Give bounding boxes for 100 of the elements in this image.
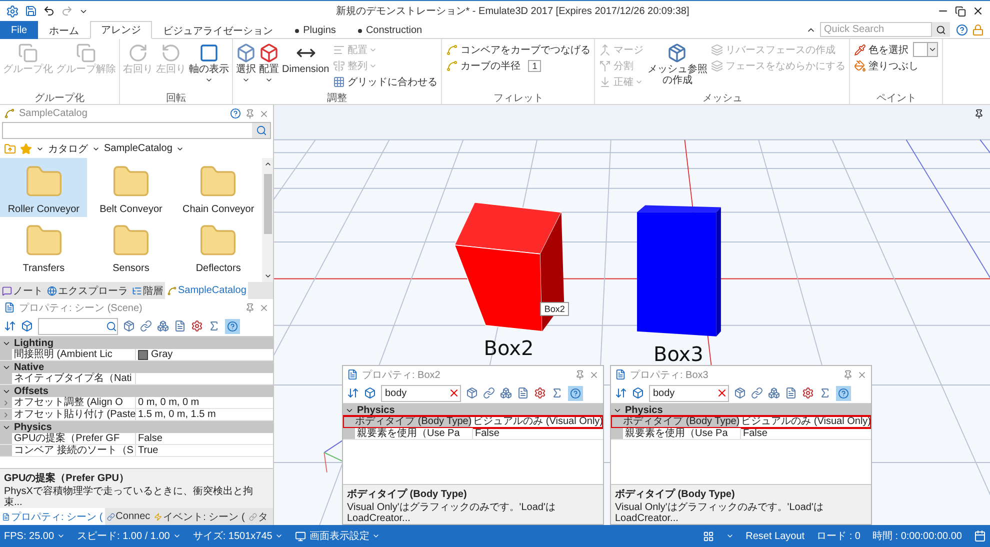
star-icon[interactable] <box>20 142 32 154</box>
gear-icon[interactable] <box>191 320 203 332</box>
quick-search-field[interactable]: Quick Search <box>820 22 932 37</box>
gear-icon[interactable] <box>534 387 546 399</box>
status-dropdown[interactable]: スピード: 1.00 / 1.00 <box>77 529 181 543</box>
search-field[interactable] <box>2 122 271 139</box>
panel-tab[interactable]: イベント: シーン ( <box>152 508 247 525</box>
search-button[interactable] <box>932 22 950 37</box>
property-row[interactable]: 親要素を使用（Use Pa False <box>611 428 871 440</box>
document-icon[interactable] <box>174 320 186 332</box>
package-icon[interactable] <box>123 320 135 332</box>
ribbon-button[interactable]: 配置 <box>258 41 280 86</box>
save-icon[interactable] <box>25 5 37 17</box>
panel-tab[interactable]: タ <box>246 508 270 525</box>
ribbon-button[interactable]: 塗りつぶし <box>853 58 940 73</box>
reset-layout-button[interactable]: Reset Layout <box>746 530 805 542</box>
catalog-item[interactable]: Belt Conveyor <box>87 158 175 217</box>
category-row[interactable]: Physics <box>611 404 871 416</box>
panel-tab[interactable]: 階層 <box>130 282 165 299</box>
layout-icon[interactable] <box>702 530 714 542</box>
help-button[interactable] <box>225 318 240 334</box>
panel-tab[interactable]: Connec <box>104 508 152 525</box>
lock-icon[interactable] <box>972 24 984 36</box>
panel-tab[interactable]: エクスプローラ <box>45 282 130 299</box>
catalog-item[interactable]: Sensors <box>87 217 175 276</box>
ribbon-button[interactable]: 選択 <box>235 41 257 86</box>
status-dropdown[interactable]: FPS: 25.00 <box>4 530 66 542</box>
help-button[interactable] <box>568 386 583 400</box>
package-icon[interactable] <box>466 387 478 399</box>
function-icon[interactable] <box>819 387 831 399</box>
package-icon[interactable] <box>734 387 746 399</box>
scrollbar[interactable] <box>262 158 273 282</box>
category-row[interactable]: Physics <box>0 421 273 433</box>
sort-icon[interactable] <box>347 387 359 399</box>
help-icon[interactable] <box>956 24 968 36</box>
ribbon-tab[interactable]: ホーム <box>38 21 90 39</box>
cube-icon[interactable] <box>21 320 33 332</box>
property-row[interactable]: GPUの提案（Prefer GF False <box>0 433 273 445</box>
boxes-icon[interactable] <box>157 320 169 332</box>
panel-tab[interactable]: ノート <box>0 282 45 299</box>
category-row[interactable]: Lighting <box>0 337 273 349</box>
search-field[interactable]: body <box>381 384 461 402</box>
restore-icon[interactable] <box>955 6 966 16</box>
category-row[interactable]: Offsets <box>0 385 273 397</box>
panel-tab[interactable]: SampleCatalog <box>165 282 248 299</box>
search-icon[interactable] <box>106 320 117 332</box>
boxes-icon[interactable] <box>500 387 512 399</box>
expand-icon[interactable] <box>2 398 10 406</box>
calendar-icon[interactable] <box>974 530 986 542</box>
gear-icon[interactable] <box>802 387 814 399</box>
status-dropdown[interactable]: 画面表示設定 <box>295 529 380 543</box>
ribbon-button[interactable]: 軸の表示 <box>188 41 230 86</box>
category-row[interactable]: Physics <box>343 404 603 416</box>
property-row[interactable]: オフセット調整 (Align O 0 m, 0 m, 0 m <box>0 397 273 409</box>
breadcrumb-item[interactable]: カタログ <box>48 142 88 156</box>
pin-icon[interactable] <box>974 109 984 119</box>
ribbon-tab[interactable]: Construction <box>346 21 434 39</box>
catalog-item[interactable]: Transfers <box>0 217 88 276</box>
link-icon[interactable] <box>483 387 495 399</box>
ribbon-tab[interactable]: アレンジ <box>90 21 152 39</box>
catalog-item[interactable]: Deflectors <box>174 217 262 276</box>
ribbon-button[interactable]: コンベアをカーブでつなげる <box>445 42 592 57</box>
help-icon[interactable] <box>230 108 241 119</box>
search-field[interactable] <box>38 318 118 334</box>
ribbon-button[interactable]: グリッドに合わせる <box>332 74 438 89</box>
close-icon[interactable] <box>972 5 984 17</box>
radius-field[interactable]: 1 <box>528 60 542 72</box>
property-row[interactable]: 親要素を使用（Use Pa False <box>343 428 603 440</box>
clear-icon[interactable] <box>716 387 728 399</box>
document-icon[interactable] <box>785 387 797 399</box>
link-icon[interactable] <box>751 387 763 399</box>
category-row[interactable]: Native <box>0 361 273 373</box>
ribbon-button[interactable]: カーブの半径 1 <box>445 58 592 73</box>
catalog-item[interactable]: Chain Conveyor <box>174 158 262 217</box>
function-icon[interactable] <box>208 320 220 332</box>
sort-icon[interactable] <box>615 387 627 399</box>
search-field[interactable]: body <box>649 384 729 402</box>
breadcrumb-item[interactable]: SampleCatalog <box>104 143 172 154</box>
undo-icon[interactable] <box>43 5 55 17</box>
scroll-down-icon[interactable] <box>264 272 272 280</box>
ribbon-button[interactable]: 色を選択 <box>853 42 940 57</box>
document-icon[interactable] <box>517 387 529 399</box>
catalog-item[interactable]: Roller Conveyor <box>0 158 88 217</box>
expand-icon[interactable] <box>2 410 10 418</box>
cube-icon[interactable] <box>632 387 644 399</box>
property-row[interactable]: コンベア 接続のソート（S True <box>0 445 273 457</box>
ribbon-button[interactable]: Dimension <box>281 41 330 77</box>
status-dropdown[interactable]: サイズ: 1501x745 <box>192 529 284 543</box>
ribbon-tab[interactable]: ビジュアライゼーション <box>152 21 284 39</box>
function-icon[interactable] <box>551 387 563 399</box>
clear-icon[interactable] <box>448 387 460 399</box>
scroll-up-icon[interactable] <box>264 160 272 168</box>
color-dropdown[interactable] <box>913 42 938 57</box>
cube-icon[interactable] <box>364 387 376 399</box>
ribbon-button[interactable]: メッシュ参照の作成 <box>646 41 708 88</box>
search-icon[interactable] <box>256 125 266 136</box>
ribbon-tab[interactable]: Plugins <box>284 21 347 39</box>
sort-icon[interactable] <box>4 320 16 332</box>
boxes-icon[interactable] <box>768 387 780 399</box>
help-button[interactable] <box>836 386 851 400</box>
